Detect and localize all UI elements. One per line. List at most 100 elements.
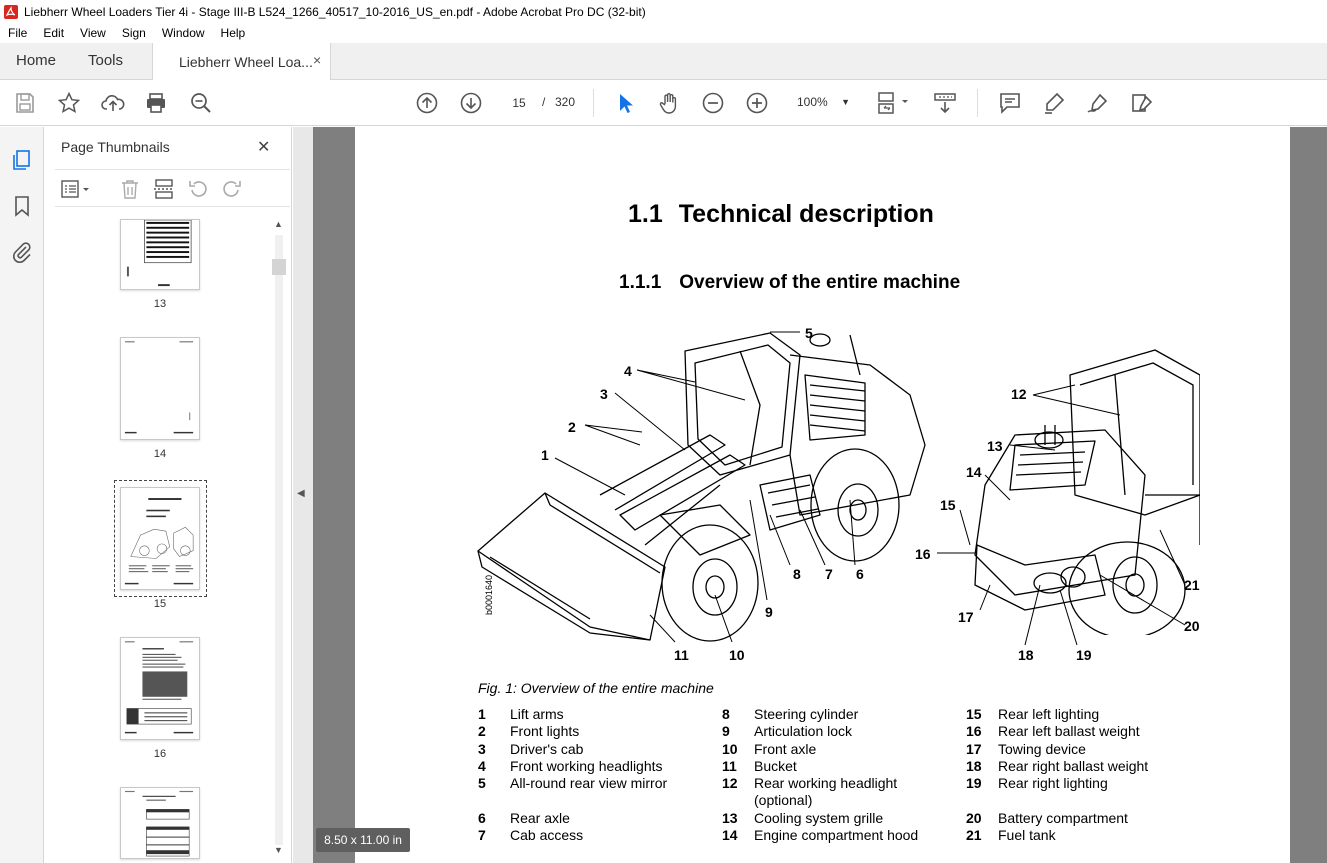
legend-text: Front working headlights bbox=[510, 758, 663, 774]
bookmarks-icon[interactable] bbox=[11, 195, 33, 217]
collapse-panel-icon[interactable]: ◀ bbox=[297, 488, 305, 499]
rotate-right-icon[interactable] bbox=[221, 178, 243, 200]
navigation-rail bbox=[0, 127, 44, 863]
page-preview-image bbox=[124, 498, 194, 585]
rotate-left-icon[interactable] bbox=[187, 178, 209, 200]
page-preview-image bbox=[124, 341, 194, 434]
zoom-level-select[interactable]: 100% ▼ bbox=[790, 90, 858, 114]
close-panel-icon[interactable]: ✕ bbox=[257, 137, 270, 157]
legend-text: Cooling system grille bbox=[754, 810, 884, 826]
options-menu-icon[interactable] bbox=[61, 178, 93, 200]
zoom-out-icon[interactable] bbox=[701, 91, 725, 115]
callout-19: 19 bbox=[1076, 647, 1092, 663]
thumbnail-page-16[interactable] bbox=[120, 637, 200, 740]
tab-close-icon[interactable]: × bbox=[313, 52, 321, 68]
page-preview-image bbox=[125, 790, 194, 857]
print-icon[interactable] bbox=[144, 91, 168, 115]
thumbnail-page-number: 14 bbox=[153, 448, 167, 460]
tab-document[interactable]: Liebherr Wheel Loa... × bbox=[152, 43, 331, 80]
page-number-input[interactable]: 15 bbox=[501, 90, 537, 114]
callout-12: 12 bbox=[1011, 386, 1027, 402]
insert-page-icon[interactable] bbox=[153, 178, 175, 200]
legend-number: 17 bbox=[966, 741, 982, 757]
thumbnails-scrollbar[interactable]: ▲ ▼ bbox=[272, 219, 286, 859]
select-cursor-icon[interactable] bbox=[613, 91, 637, 115]
legend-text: Rear right ballast weight bbox=[998, 758, 1149, 774]
callout-10: 10 bbox=[729, 647, 745, 663]
next-page-icon[interactable] bbox=[459, 91, 483, 115]
draw-sign-icon[interactable] bbox=[1086, 91, 1110, 115]
callout-11: 11 bbox=[674, 647, 689, 663]
scrollbar-thumb[interactable] bbox=[272, 259, 286, 275]
page-preview-image bbox=[126, 219, 192, 287]
tab-home[interactable]: Home bbox=[16, 52, 56, 69]
thumbnail-page-17[interactable] bbox=[120, 787, 200, 859]
attachments-icon[interactable] bbox=[11, 241, 33, 263]
scrollbar-track bbox=[275, 235, 283, 845]
legend-number: 15 bbox=[966, 706, 982, 722]
legend-number: 19 bbox=[966, 775, 982, 791]
legend-text: Rear working headlight bbox=[754, 775, 898, 791]
legend-text: All-round rear view mirror bbox=[510, 775, 668, 791]
legend-number: 2 bbox=[478, 723, 486, 739]
menu-sign[interactable]: Sign bbox=[114, 26, 154, 40]
legend-number: 18 bbox=[966, 758, 982, 774]
menu-edit[interactable]: Edit bbox=[35, 26, 72, 40]
callout-16: 16 bbox=[915, 546, 931, 562]
page-thumbnails-icon[interactable] bbox=[11, 149, 33, 171]
legend-text: Rear left lighting bbox=[998, 706, 1100, 722]
bookmark-star-icon[interactable] bbox=[57, 91, 81, 115]
callout-2: 2 bbox=[568, 419, 576, 435]
callout-17: 17 bbox=[958, 609, 974, 625]
chevron-down-icon: ▼ bbox=[841, 97, 850, 107]
legend-text: Engine compartment hood bbox=[754, 827, 919, 843]
search-zoom-icon[interactable] bbox=[189, 91, 213, 115]
previous-page-icon[interactable] bbox=[415, 91, 439, 115]
menu-window[interactable]: Window bbox=[154, 26, 213, 40]
comment-icon[interactable] bbox=[998, 91, 1022, 115]
panel-toolbar bbox=[55, 169, 290, 207]
section-heading: 1.1 Technical description bbox=[628, 200, 934, 229]
page-display-icon[interactable] bbox=[876, 91, 912, 115]
delete-page-icon[interactable] bbox=[119, 178, 141, 200]
zoom-in-icon[interactable] bbox=[745, 91, 769, 115]
legend-number: 10 bbox=[722, 741, 738, 757]
highlight-pen-icon[interactable] bbox=[1042, 91, 1066, 115]
callout-7: 7 bbox=[825, 566, 833, 582]
page-total: 320 bbox=[555, 95, 576, 109]
legend-text: Rear axle bbox=[510, 810, 570, 826]
acrobat-app-icon bbox=[4, 4, 18, 19]
section-number: 1.1 bbox=[628, 200, 663, 228]
fill-sign-icon[interactable] bbox=[1130, 91, 1154, 115]
menu-file[interactable]: File bbox=[0, 26, 35, 40]
menu-view[interactable]: View bbox=[72, 26, 114, 40]
title-bar: Liebherr Wheel Loaders Tier 4i - Stage I… bbox=[0, 0, 1327, 23]
legend-number: 1 bbox=[478, 706, 486, 722]
scroll-down-icon[interactable]: ▼ bbox=[274, 845, 283, 855]
tab-tools[interactable]: Tools bbox=[88, 52, 123, 69]
upload-cloud-icon[interactable] bbox=[101, 91, 125, 115]
thumbnail-page-number: 16 bbox=[153, 748, 167, 760]
legend-number: 16 bbox=[966, 723, 982, 739]
menu-help[interactable]: Help bbox=[213, 26, 254, 40]
callout-13: 13 bbox=[987, 438, 1003, 454]
hand-tool-icon[interactable] bbox=[657, 91, 681, 115]
section-title: Technical description bbox=[678, 200, 934, 228]
subsection-heading: 1.1.1 Overview of the entire machine bbox=[619, 272, 960, 294]
thumbnail-page-13[interactable] bbox=[120, 219, 200, 290]
legend-number: 13 bbox=[722, 810, 738, 826]
thumbnail-page-number: 15 bbox=[153, 598, 167, 610]
legend-text: Steering cylinder bbox=[754, 706, 859, 722]
thumbnail-page-15[interactable] bbox=[120, 487, 200, 590]
callout-3: 3 bbox=[600, 386, 608, 402]
scroll-up-icon[interactable]: ▲ bbox=[274, 219, 283, 229]
subsection-number: 1.1.1 bbox=[619, 272, 662, 293]
legend-number: 7 bbox=[478, 827, 486, 843]
save-icon[interactable] bbox=[13, 91, 37, 115]
subsection-title: Overview of the entire machine bbox=[679, 272, 961, 293]
zoom-level-value: 100% bbox=[797, 95, 828, 109]
legend-number: 20 bbox=[966, 810, 982, 826]
scroll-mode-icon[interactable] bbox=[933, 91, 957, 115]
thumbnail-page-14[interactable] bbox=[120, 337, 200, 440]
wheel-loader-front-illustration bbox=[477, 332, 926, 642]
